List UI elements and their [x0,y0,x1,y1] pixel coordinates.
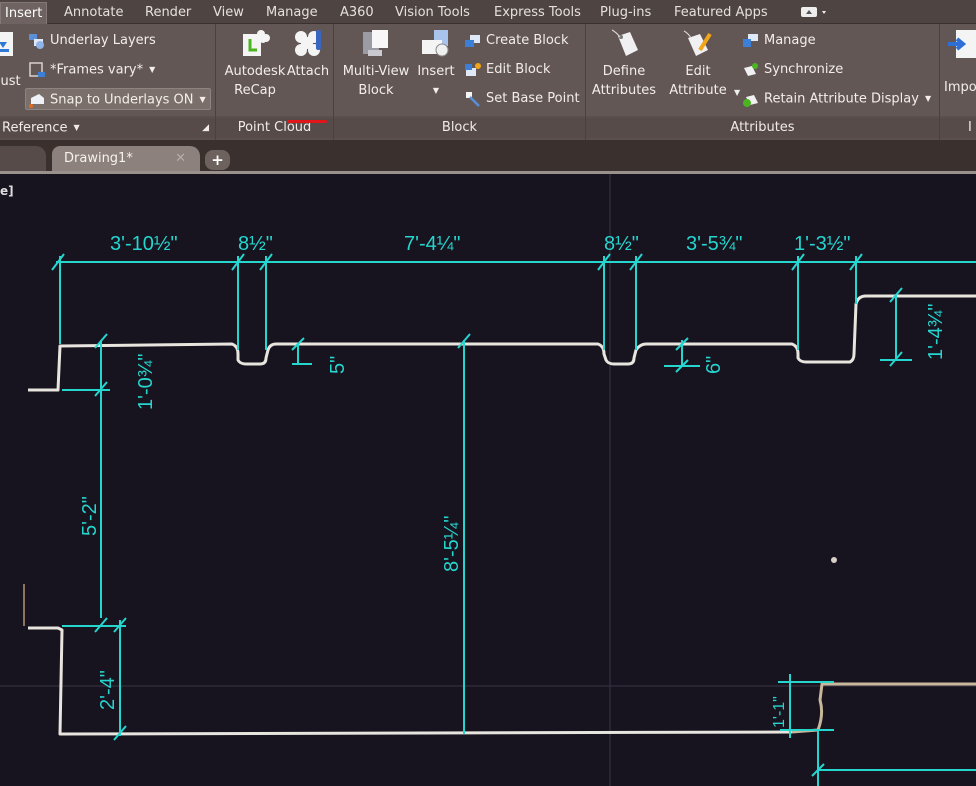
panel-title-import: I [940,118,976,138]
panel-block: Multi-View Block Insert ▼ Create Block E… [334,24,586,140]
bottom-right-profile-line [791,682,976,734]
dim-label-notch-5: 5" [327,356,349,374]
dim-label-top-6: 1'-3½" [794,233,851,255]
multi-view-block-button[interactable]: Multi-View Block [338,28,414,100]
set-base-point-button[interactable]: Set Base Point [462,88,580,110]
dim-label-left-tall: 5'-2" [79,496,101,536]
synchronize-icon [744,63,758,76]
attach-annotation-underline [287,120,327,123]
edit-block-icon [465,63,481,76]
tab-vision-tools[interactable]: Vision Tools [391,2,474,24]
create-block-icon [465,35,480,47]
attach-point-cloud-button[interactable]: Attach [286,28,330,81]
dim-label-top-2: 8½" [238,233,273,255]
start-tab[interactable] [0,146,46,173]
set-base-point-icon [466,92,480,107]
tab-insert[interactable]: Insert [0,2,48,24]
tab-a360[interactable]: A360 [336,2,378,24]
dimension-lines [51,253,976,786]
adjust-button[interactable]: Adjust [0,28,22,89]
stray-point-marker [831,557,837,563]
chevron-down-icon: ▼ [924,94,932,103]
document-tab-drawing1[interactable]: Drawing1* ✕ [52,146,200,173]
dim-label-right-step: 1'-4¾" [925,303,947,360]
panel-title-block: Block [334,118,585,138]
dim-label-center-tall: 8'-5¼" [441,515,463,572]
tab-render[interactable]: Render [141,2,195,24]
wall-outline [23,294,976,736]
panel-title-attributes: Attributes [586,118,939,138]
dim-label-top-3: 7'-4¼" [404,233,461,255]
ribbon-display-toggle-icon[interactable] [800,6,830,18]
panel-attributes: Define Attributes Edit Attribute ▼ Manag… [586,24,940,140]
tab-view[interactable]: View [209,2,248,24]
create-block-button[interactable]: Create Block [462,30,569,52]
chevron-down-icon: ▼ [73,123,80,132]
underlay-layers-button[interactable]: Underlay Layers [26,30,156,52]
dim-label-top-4: 8½" [604,233,639,255]
dimension-labels: 3'-10½" 8½" 7'-4¼" 8½" 3'-5¾" 1'-3½" 1'-… [79,233,947,728]
insert-block-icon [422,30,449,57]
dim-label-bottom-right: 1'-1" [771,696,788,728]
tab-express-tools[interactable]: Express Tools [490,2,585,24]
tab-plug-ins[interactable]: Plug-ins [596,2,655,24]
manage-attributes-button[interactable]: Manage [740,30,816,52]
snap-underlay-icon [29,94,44,108]
multi-view-block-icon [363,30,388,56]
panel-title-reference[interactable]: Reference ▼ ◢ [0,118,215,138]
edit-block-button[interactable]: Edit Block [462,59,550,81]
recap-icon [243,30,270,56]
chevron-down-icon: ▼ [199,95,206,104]
chevron-down-icon: ▼ [149,65,156,74]
adjust-icon [0,32,13,56]
top-profile-line [28,294,976,392]
document-tab-bar: Drawing1* ✕ + [0,140,976,173]
dim-label-top-5: 3'-5¾" [686,233,743,255]
import-button[interactable]: Impo [944,28,976,97]
define-attributes-tag-icon [611,29,638,56]
tab-annotate[interactable]: Annotate [60,2,127,24]
drawing-svg: 3'-10½" 8½" 7'-4¼" 8½" 3'-5¾" 1'-3½" 1'-… [0,174,976,786]
edit-attribute-button[interactable]: Edit Attribute [666,28,730,100]
drawing-canvas[interactable]: e] 3'-10½" 8½" 7'-4¼" 8½" 3'-5¾" 1'-3½" … [0,174,976,786]
dim-label-notch-6: 6" [703,356,725,374]
dialog-launcher-icon[interactable]: ◢ [202,118,209,138]
snap-to-underlays-dropdown[interactable]: Snap to Underlays ON ▼ [25,88,211,110]
autodesk-recap-button[interactable]: Autodesk ReCap [220,28,290,100]
underlay-layers-icon [29,34,44,49]
manage-attributes-icon [743,34,758,47]
close-icon[interactable]: ✕ [175,146,186,172]
dim-label-bottom-left: 2'-4" [97,670,119,710]
import-icon [948,30,976,58]
define-attributes-button[interactable]: Define Attributes [588,28,660,100]
new-tab-button[interactable]: + [205,150,230,170]
retain-attribute-display-dropdown[interactable]: Retain Attribute Display ▼ [740,88,931,110]
tab-featured-apps[interactable]: Featured Apps [670,2,772,24]
synchronize-button[interactable]: Synchronize [740,59,843,81]
panel-reference: Adjust Underlay Layers *Frames vary*▼ Sn… [0,24,216,140]
edit-attribute-icon [683,30,712,56]
dim-label-top-1: 3'-10½" [110,233,178,255]
chevron-down-icon: ▼ [432,86,440,95]
attach-point-cloud-icon [295,30,321,56]
panel-import: Impo I [940,24,976,140]
retain-attribute-display-icon [743,95,758,107]
frames-icon [29,62,45,77]
insert-block-button[interactable]: Insert ▼ [414,28,458,100]
frames-dropdown[interactable]: *Frames vary* ▼ [26,59,155,81]
bottom-profile-line [28,626,793,736]
ribbon: Adjust Underlay Layers *Frames vary*▼ Sn… [0,24,976,140]
ribbon-tab-bar: Insert Annotate Render View Manage A360 … [0,0,976,24]
tab-manage[interactable]: Manage [262,2,322,24]
dim-label-left-small: 1'-0¾" [135,353,157,410]
